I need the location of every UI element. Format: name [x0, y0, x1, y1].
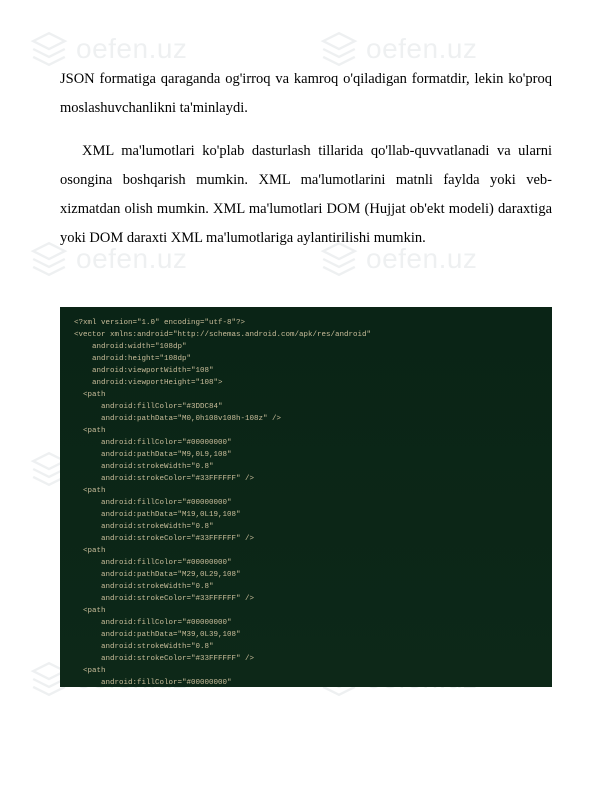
code-line: <?xml version="1.0" encoding="utf-8"?> — [74, 317, 538, 329]
code-line: android:fillColor="#00000000" — [74, 497, 538, 509]
code-line: android:pathData="M9,0L9,108" — [74, 449, 538, 461]
code-line: android:strokeWidth="0.8" — [74, 461, 538, 473]
code-line: android:strokeWidth="0.8" — [74, 581, 538, 593]
code-line: android:height="108dp" — [74, 353, 538, 365]
code-line: android:strokeColor="#33FFFFFF" /> — [74, 593, 538, 605]
code-line: android:pathData="M0,0h108v108h-108z" /> — [74, 413, 538, 425]
code-line: android:pathData="M39,0L39,108" — [74, 629, 538, 641]
code-line: android:fillColor="#00000000" — [74, 557, 538, 569]
document-content: JSON formatiga qaraganda og'irroq va kam… — [0, 0, 612, 287]
code-block: <?xml version="1.0" encoding="utf-8"?> <… — [60, 307, 552, 687]
code-line: android:viewportHeight="108"> — [74, 377, 538, 389]
code-line: android:width="108dp" — [74, 341, 538, 353]
code-line: android:strokeColor="#33FFFFFF" /> — [74, 473, 538, 485]
code-line: android:fillColor="#00000000" — [74, 437, 538, 449]
code-line: <path — [74, 485, 538, 497]
code-line: <path — [74, 389, 538, 401]
code-line: <vector xmlns:android="http://schemas.an… — [74, 329, 538, 341]
code-line: android:pathData="M29,0L29,108" — [74, 569, 538, 581]
code-line: android:strokeWidth="0.8" — [74, 641, 538, 653]
code-line: android:strokeColor="#33FFFFFF" /> — [74, 653, 538, 665]
code-line: android:fillColor="#00000000" — [74, 617, 538, 629]
code-line: <path — [74, 665, 538, 677]
code-line: android:pathData="M19,0L19,108" — [74, 509, 538, 521]
paragraph-1: JSON formatiga qaraganda og'irroq va kam… — [60, 65, 552, 123]
code-line: android:fillColor="#3DDC84" — [74, 401, 538, 413]
code-line: android:fillColor="#00000000" — [74, 677, 538, 687]
code-line: android:strokeColor="#33FFFFFF" /> — [74, 533, 538, 545]
code-line: <path — [74, 425, 538, 437]
code-line: android:viewportWidth="108" — [74, 365, 538, 377]
code-line: android:strokeWidth="0.8" — [74, 521, 538, 533]
code-line: <path — [74, 605, 538, 617]
paragraph-2: XML ma'lumotlari ko'plab dasturlash till… — [60, 137, 552, 253]
code-line: <path — [74, 545, 538, 557]
